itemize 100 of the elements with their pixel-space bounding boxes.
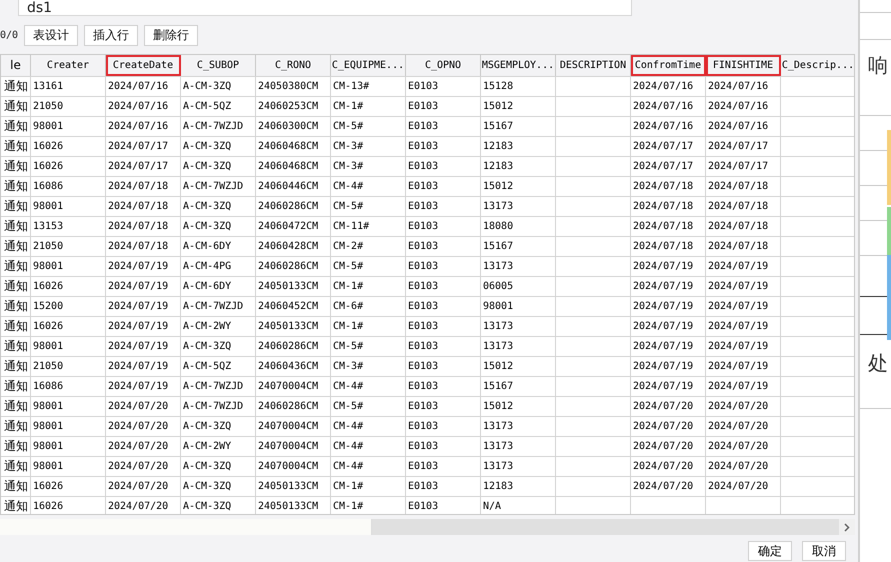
table-cell-text: 24050133CM: [257, 280, 320, 294]
table-cell-text: A-CM-3ZQ: [182, 200, 232, 214]
table-cell-text: 12183: [482, 140, 514, 154]
table-cell-text: 15128: [482, 80, 514, 94]
table-cell-text: 通知: [3, 458, 29, 475]
table-cell-text: 13173: [482, 260, 514, 274]
table-cell-text: 2024/07/16: [707, 120, 770, 134]
table-cell-text: 15012: [482, 180, 514, 194]
table-cell-text: A-CM-7WZJD: [182, 300, 244, 314]
table-cell-text: 2024/07/19: [707, 260, 770, 274]
table-cell-text: E0103: [407, 100, 440, 114]
table-cell-text: 16026: [32, 500, 64, 514]
table-cell-text: CM-5#: [332, 200, 364, 214]
table-cell-text: 2024/07/19: [632, 300, 694, 314]
table-cell-text: 通知: [3, 318, 29, 335]
table-cell-text: 2024/07/20: [632, 460, 694, 474]
table-cell-text: 2024/07/16: [707, 80, 770, 94]
table-cell-text: 2024/07/18: [707, 200, 770, 214]
table-cell-text: 2024/07/17: [107, 160, 170, 174]
table-cell-text: 2024/07/16: [632, 80, 694, 94]
table-cell-text: 24060446CM: [257, 180, 320, 194]
table-cell-text: 13153: [32, 220, 64, 234]
table-cell-text: E0103: [407, 120, 440, 134]
table-cell-text: 2024/07/20: [632, 440, 694, 454]
record-counter: 0/0: [0, 30, 18, 41]
table-cell-text: 通知: [3, 118, 29, 135]
column-header[interactable]: le: [1, 55, 31, 76]
toolbar-button[interactable]: 删除行: [144, 25, 198, 46]
table-cell-text: CM-11#: [332, 220, 370, 234]
table-cell-text: CM-3#: [332, 140, 364, 154]
table-cell-text: 2024/07/16: [632, 100, 694, 114]
column-header[interactable]: C_OPNO: [406, 55, 481, 76]
column-header[interactable]: C_SUBOP: [181, 55, 256, 76]
table-cell-text: A-CM-2WY: [182, 320, 232, 334]
table-cell-text: 2024/07/20: [632, 400, 694, 414]
table-cell-text: E0103: [407, 80, 440, 94]
table-cell-text: A-CM-5QZ: [182, 100, 232, 114]
table-cell-text: 15167: [482, 380, 514, 394]
table-cell-text: A-CM-3ZQ: [182, 420, 232, 434]
table-cell-text: 2024/07/19: [107, 340, 170, 354]
dialog-button[interactable]: 确定: [748, 541, 792, 561]
table-cell-text: A-CM-7WZJD: [182, 180, 244, 194]
column-header[interactable]: C_RONO: [256, 55, 331, 76]
table-cell-text: CM-5#: [332, 340, 364, 354]
table-cell-text: 通知: [3, 158, 29, 175]
table-cell-text: N/A: [482, 500, 502, 514]
table-cell-text: 98001: [32, 200, 64, 214]
table-cell-text: 通知: [3, 298, 29, 315]
dataset-field[interactable]: ds1: [18, 0, 632, 16]
table-cell-text: 13173: [482, 200, 514, 214]
toolbar-button[interactable]: 表设计: [24, 25, 78, 46]
table-cell-text: 2024/07/20: [107, 420, 170, 434]
table-cell-text: 98001: [32, 460, 64, 474]
column-header[interactable]: Creater: [31, 55, 106, 76]
table-cell-text: 2024/07/16: [107, 120, 170, 134]
table-cell-text: E0103: [407, 500, 440, 514]
table-cell-text: 13173: [482, 420, 514, 434]
table-cell-text: A-CM-4PG: [182, 260, 232, 274]
table-cell-text: 98001: [32, 420, 64, 434]
table-cell-text: 2024/07/18: [107, 240, 170, 254]
table-cell-text: 2024/07/19: [707, 380, 770, 394]
table-cell-text: E0103: [407, 200, 440, 214]
table-cell-text: 2024/07/19: [632, 340, 694, 354]
column-header[interactable]: MSGEMPLOY...: [481, 55, 556, 76]
chevron-right-icon[interactable]: [844, 522, 850, 532]
column-header[interactable]: ConfromTime: [631, 55, 706, 76]
table-cell-text: 2024/07/18: [632, 200, 694, 214]
table-cell-text: A-CM-7WZJD: [182, 400, 244, 414]
table-cell-text: E0103: [407, 340, 440, 354]
table-cell-text: CM-4#: [332, 180, 364, 194]
table-cell-text: CM-1#: [332, 480, 364, 494]
dialog-button[interactable]: 取消: [802, 541, 846, 561]
table-cell-text: A-CM-3ZQ: [182, 340, 232, 354]
table-cell-text: 15012: [482, 360, 514, 374]
column-header[interactable]: CreateDate: [106, 55, 181, 76]
toolbar-button[interactable]: 插入行: [84, 25, 138, 46]
column-header[interactable]: C_Descrip...: [781, 55, 854, 76]
table-cell-text: 16026: [32, 160, 64, 174]
table-cell-text: 16026: [32, 320, 64, 334]
table-cell-text: 2024/07/20: [707, 400, 770, 414]
table-cell-text: CM-3#: [332, 160, 364, 174]
table-cell-text: 15167: [482, 120, 514, 134]
table-cell-text: 24070004CM: [257, 440, 320, 454]
table-cell-text: 2024/07/17: [107, 140, 170, 154]
table-cell-text: 2024/07/19: [107, 280, 170, 294]
table-cell-text: 通知: [3, 398, 29, 415]
table-cell-text: 通知: [3, 478, 29, 495]
table-cell-text: 24070004CM: [257, 460, 320, 474]
table-cell-text: 2024/07/20: [707, 460, 770, 474]
table-cell-text: 通知: [3, 338, 29, 355]
table-cell-text: A-CM-2WY: [182, 440, 232, 454]
table-cell-text: A-CM-3ZQ: [182, 220, 232, 234]
column-header[interactable]: DESCRIPTION: [556, 55, 631, 76]
table-cell-text: 16026: [32, 280, 64, 294]
table-cell-text: 通知: [3, 138, 29, 155]
table-cell-text: A-CM-3ZQ: [182, 500, 232, 514]
column-header[interactable]: C_EQUIPME...: [331, 55, 406, 76]
side-text: 处: [867, 350, 889, 377]
column-header[interactable]: FINISHTIME: [706, 55, 781, 76]
table-cell-text: 通知: [3, 418, 29, 435]
